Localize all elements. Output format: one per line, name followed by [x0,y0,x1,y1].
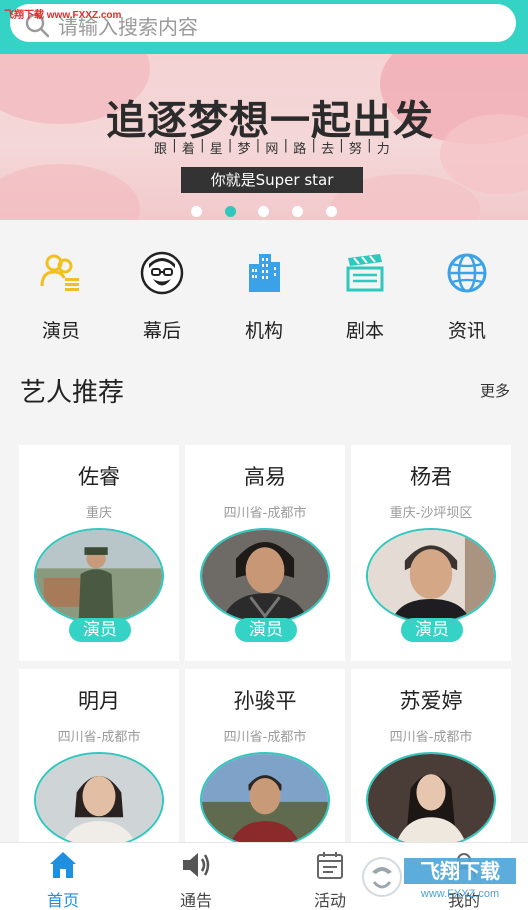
section-title: 艺人推荐 [20,378,125,408]
carousel-dot[interactable] [191,206,202,217]
tab-label: 首页 [46,891,79,910]
tab-activity[interactable]: 活动 [290,849,370,910]
artist-photo [200,752,330,848]
banner-tagline: 你就是Super star [181,167,363,193]
artist-location: 四川省-成都市 [389,730,473,745]
category-row: 演员 幕后 机构 剧本 资讯 [0,240,528,350]
calendar-icon [317,852,343,879]
category-news[interactable]: 资讯 [422,250,512,343]
artist-name: 高易 [244,465,286,489]
carousel-dot-active[interactable] [225,206,236,217]
category-script[interactable]: 剧本 [320,250,410,343]
artist-name: 明月 [78,689,120,713]
category-label: 机构 [244,320,283,342]
artist-photo [34,528,164,624]
artist-name: 佐睿 [78,465,120,489]
artist-photo [366,752,496,848]
category-behind-scenes[interactable]: 幕后 [117,250,207,343]
role-badge: 演员 [235,618,297,642]
artist-name: 苏爱婷 [399,689,463,713]
banner-subtitle: 跟 | 着 | 星 | 梦 | 网 | 路 | 去 | 努 | 力 [154,138,390,157]
carousel-dots [0,206,528,218]
artist-card[interactable]: 杨君 重庆-沙坪坝区 演员 [351,445,511,661]
category-label: 幕后 [142,320,181,342]
artist-card[interactable]: 佐睿 重庆 演员 [19,445,179,661]
tab-label: 通告 [179,891,212,910]
clapperboard-icon [346,254,384,292]
role-badge: 演员 [69,618,131,642]
carousel-dot[interactable] [326,206,337,217]
tab-home[interactable]: 首页 [23,849,103,910]
artist-photo [366,528,496,624]
artist-location: 四川省-成都市 [223,506,307,521]
category-label: 演员 [41,320,80,342]
tab-label: 活动 [313,891,346,910]
building-icon [249,254,280,292]
home-icon [50,852,76,878]
behind-scenes-icon [140,251,184,295]
carousel-dot[interactable] [258,206,269,217]
category-agency[interactable]: 机构 [219,250,309,343]
category-label: 剧本 [345,320,384,342]
globe-icon [447,253,487,293]
actor-icon [40,254,79,291]
svg-text:www.FXXZ.com: www.FXXZ.com [420,888,499,900]
category-actor[interactable]: 演员 [16,250,106,343]
watermark-text: 飞翔下载 www.FXXZ.com [4,10,122,21]
top-header: 请输入搜索内容 飞翔下载 www.FXXZ.com [0,0,528,54]
tab-notice[interactable]: 通告 [156,849,236,910]
svg-text:飞翔下载: 飞翔下载 [420,859,500,883]
role-badge: 演员 [401,618,463,642]
artist-name: 孙骏平 [233,689,297,713]
more-link[interactable]: 更多 [480,380,510,401]
category-label: 资讯 [447,320,486,342]
artist-card[interactable]: 高易 四川省-成都市 演员 [185,445,345,661]
artist-location: 重庆 [85,506,112,521]
artist-location: 四川省-成都市 [223,730,307,745]
watermark-logo: 飞翔下载 www.FXXZ.com [362,857,516,900]
artist-name: 杨君 [410,465,452,489]
artist-photo [200,528,330,624]
artist-location: 四川省-成都市 [57,730,141,745]
speaker-icon [183,853,210,877]
artist-location: 重庆-沙坪坝区 [389,506,473,521]
promo-banner[interactable]: 追逐梦想一起出发 跟 | 着 | 星 | 梦 | 网 | 路 | 去 | 努 | 力 你就是Su… [0,54,528,220]
carousel-dot[interactable] [292,206,303,217]
artist-photo [34,752,164,848]
